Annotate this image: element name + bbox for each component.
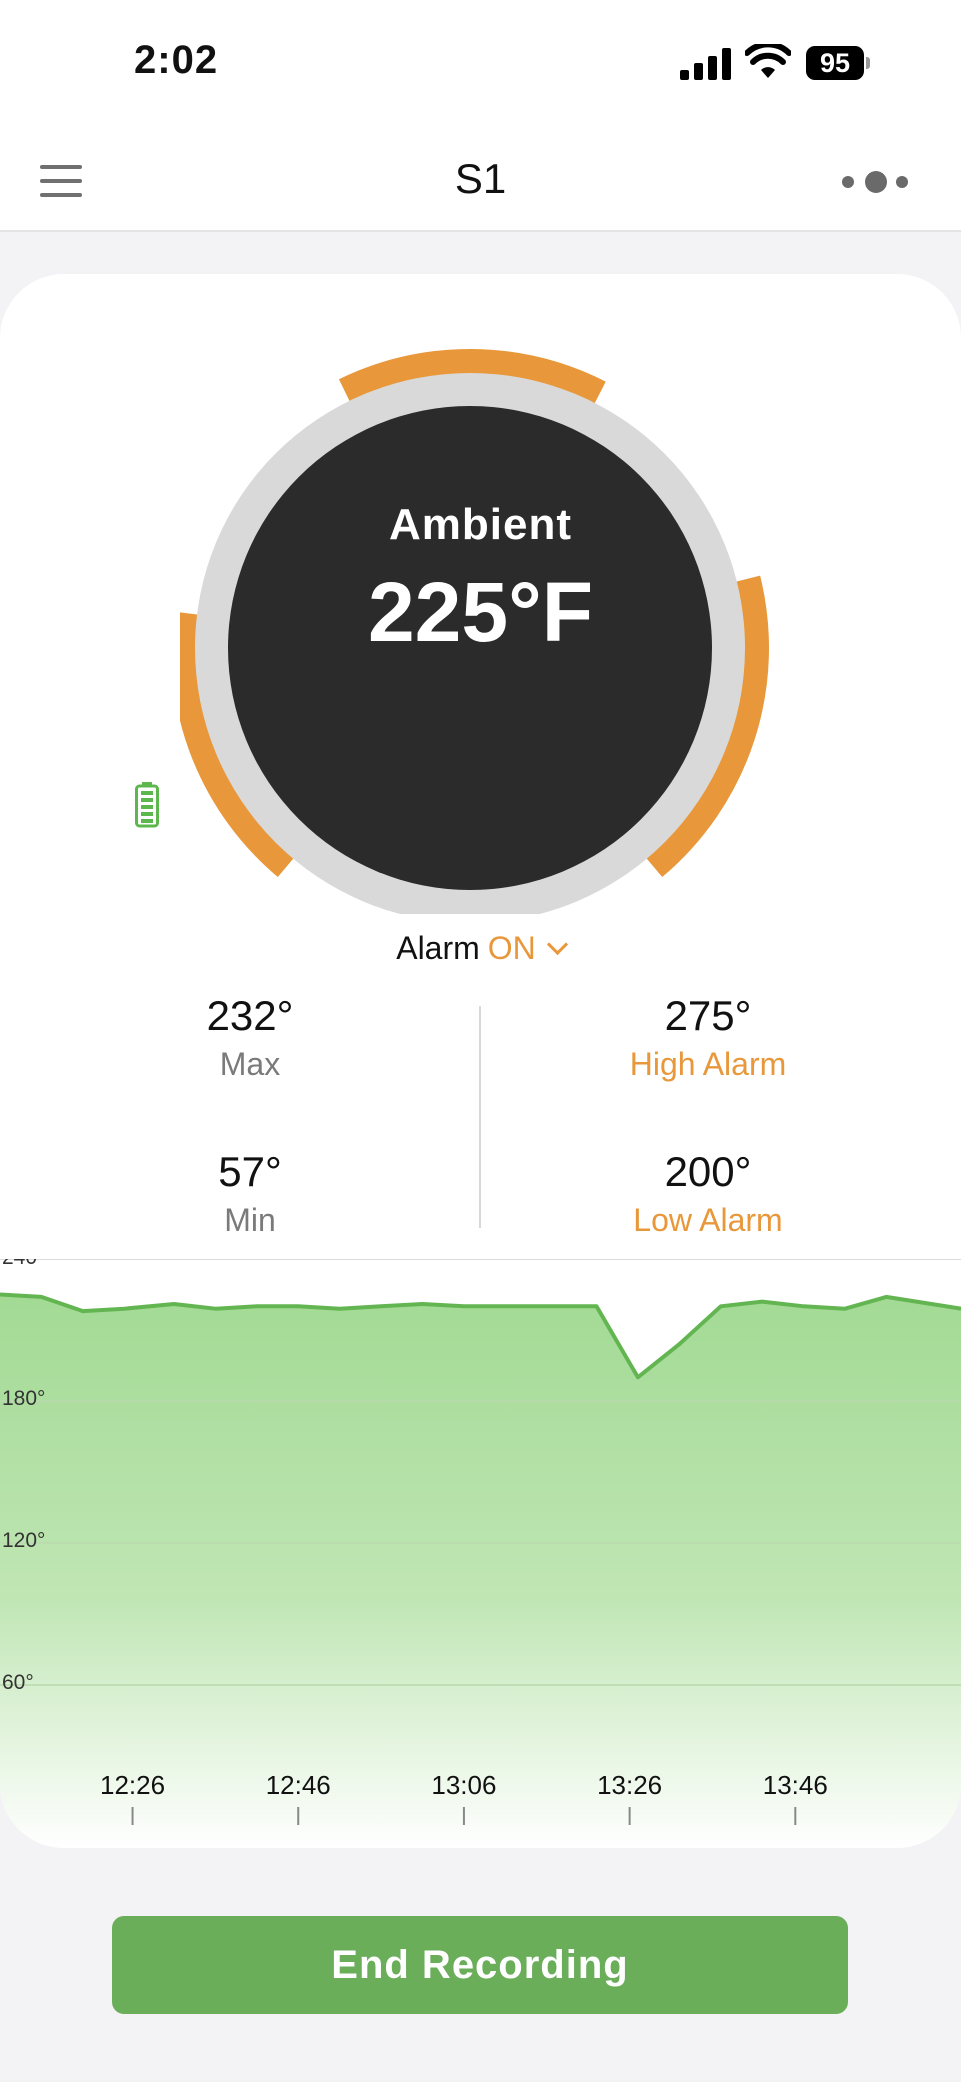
- chart-y-tick-label: 240°: [2, 1259, 45, 1269]
- battery-level: 95: [806, 46, 864, 80]
- chart-x-tick-label: 13:26: [597, 1770, 662, 1800]
- page-title: S1: [454, 155, 507, 202]
- nav-bar: S1: [0, 130, 961, 232]
- probe-card: Ambient 225°F Alarm ON 232° Max 275° High…: [0, 274, 961, 1848]
- chart-x-tick-label: 13:46: [763, 1770, 828, 1800]
- probe-battery-icon: [135, 782, 159, 828]
- chart-x-tick-label: 12:26: [100, 1770, 165, 1800]
- stats-divider: [479, 1006, 481, 1228]
- stat-low-alarm[interactable]: 200° Low Alarm: [538, 1148, 878, 1239]
- stat-max: 232° Max: [80, 992, 420, 1083]
- max-label: Max: [219, 1046, 281, 1082]
- chart-y-tick-label: 120°: [2, 1529, 45, 1552]
- chart-x-tick-label: 12:46: [266, 1770, 331, 1800]
- wifi-icon: [745, 44, 791, 78]
- max-value: 232°: [206, 992, 294, 1039]
- probe-temperature: 225°F: [367, 565, 594, 659]
- chart-y-tick-label: 180°: [2, 1387, 45, 1410]
- temperature-chart: 240° 180° 120° 60° 12:26 12:46 13:06 13:26 13:4…: [0, 1259, 961, 1848]
- chart-area-fill: [0, 1294, 961, 1848]
- min-label: Min: [224, 1202, 276, 1238]
- high-alarm-label: High Alarm: [629, 1046, 787, 1082]
- chevron-down-icon: [546, 933, 568, 956]
- alarm-state: ON: [487, 930, 536, 966]
- high-alarm-value: 275°: [664, 992, 752, 1039]
- low-alarm-value: 200°: [664, 1148, 752, 1195]
- battery-icon: 95: [806, 46, 870, 80]
- alarm-toggle[interactable]: Alarm ON: [0, 930, 961, 967]
- alarm-label: Alarm: [396, 930, 480, 966]
- stat-min: 57° Min: [80, 1148, 420, 1239]
- min-value: 57°: [218, 1148, 282, 1195]
- stat-high-alarm[interactable]: 275° High Alarm: [538, 992, 878, 1083]
- chart-x-tick-label: 13:06: [431, 1770, 496, 1800]
- status-bar: 2:02 95: [0, 0, 961, 130]
- end-recording-button[interactable]: End Recording: [112, 1916, 848, 2014]
- chart-y-tick-label: 60°: [2, 1671, 34, 1694]
- probe-label: Ambient: [389, 500, 572, 549]
- cellular-signal-icon: [680, 48, 732, 80]
- status-time: 2:02: [134, 38, 219, 82]
- more-options-icon[interactable]: [840, 166, 910, 196]
- low-alarm-label: Low Alarm: [633, 1202, 783, 1238]
